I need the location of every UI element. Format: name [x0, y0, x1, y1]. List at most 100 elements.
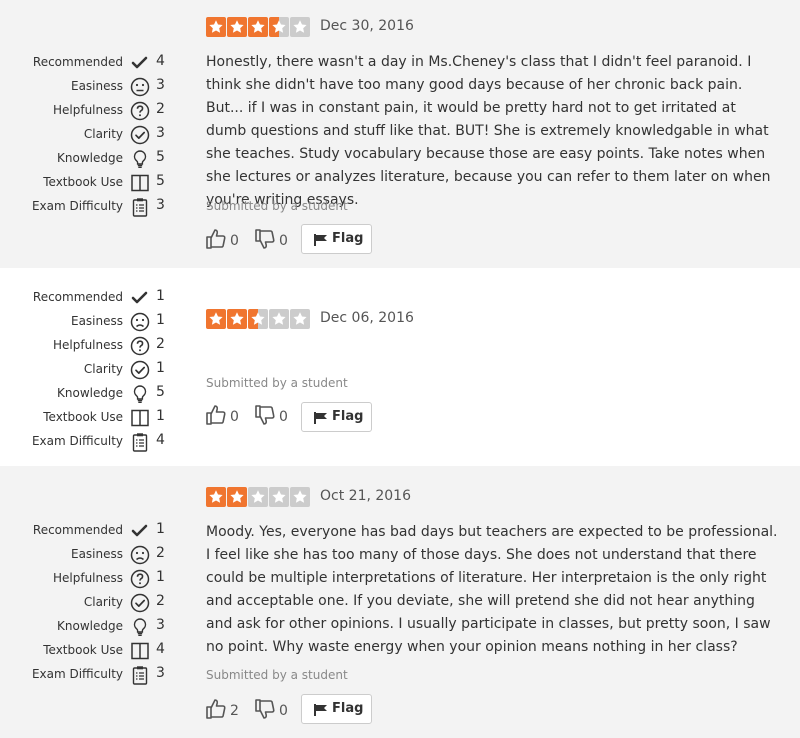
submitted-by: Submitted by a student: [206, 376, 348, 390]
metric-label: Clarity: [83, 127, 123, 141]
metric-recommended: Recommended 4: [0, 53, 200, 73]
metric-textbook-use: Textbook Use 1: [0, 408, 200, 428]
metric-easiness: Easiness 2: [0, 545, 200, 565]
neutral-face-icon: [130, 77, 150, 97]
submitted-by: Submitted by a student: [206, 199, 348, 213]
metric-helpfulness: Helpfulness 2: [0, 336, 200, 356]
metric-exam-difficulty: Exam Difficulty 4: [0, 432, 200, 452]
metric-label: Recommended: [32, 55, 123, 69]
flag-icon: [314, 704, 327, 716]
metric-label: Helpfulness: [52, 338, 123, 352]
question-circle-icon: [130, 569, 150, 589]
flag-button[interactable]: Flag: [301, 694, 372, 724]
question-circle-icon: [130, 336, 150, 356]
review-card: Recommended 1 Easiness 1 Helpfulness 2 Clarity…: [0, 268, 800, 466]
thumbs-down-button[interactable]: 0: [255, 404, 291, 428]
metric-value: 3: [156, 197, 165, 213]
star-filled-icon: [206, 487, 226, 507]
metric-label: Helpfulness: [52, 571, 123, 585]
metric-label: Textbook Use: [43, 643, 123, 657]
metric-knowledge: Knowledge 3: [0, 617, 200, 637]
metric-label: Clarity: [83, 595, 123, 609]
metric-exam-difficulty: Exam Difficulty 3: [0, 197, 200, 217]
metric-label: Knowledge: [57, 151, 123, 165]
star-empty-icon: [269, 487, 289, 507]
flag-label: Flag: [332, 701, 364, 716]
metric-value: 3: [156, 617, 165, 633]
review-date: Dec 06, 2016: [320, 310, 414, 326]
review-comment: Honestly, there wasn't a day in Ms.Chene…: [206, 54, 771, 208]
metric-label: Exam Difficulty: [31, 434, 123, 448]
star-filled-icon: [227, 487, 247, 507]
checkmark-icon: [130, 53, 150, 73]
check-circle-icon: [130, 125, 150, 145]
metric-helpfulness: Helpfulness 1: [0, 569, 200, 589]
metric-label: Textbook Use: [43, 175, 123, 189]
metric-value: 5: [156, 173, 165, 189]
metric-recommended: Recommended 1: [0, 288, 200, 308]
thumbs-down-icon: [255, 229, 275, 249]
thumbs-up-icon: [206, 229, 226, 249]
metric-value: 2: [156, 593, 165, 609]
flag-label: Flag: [332, 231, 364, 246]
book-icon: [130, 173, 150, 193]
metric-label: Exam Difficulty: [31, 199, 123, 213]
metric-value: 1: [156, 521, 165, 537]
metric-textbook-use: Textbook Use 4: [0, 641, 200, 661]
thumbs-up-count: 2: [230, 703, 239, 719]
sad-face-icon: [130, 312, 150, 332]
lightbulb-icon: [130, 384, 150, 404]
thumbs-up-icon: [206, 405, 226, 425]
clipboard-icon: [130, 665, 150, 685]
review-card: Dec 30, 2016 Recommended 4 Easiness 3 Helpfu…: [0, 0, 800, 268]
lightbulb-icon: [130, 149, 150, 169]
thumbs-down-button[interactable]: 0: [255, 228, 291, 252]
star-filled-icon: [248, 17, 268, 37]
metric-label: Helpfulness: [52, 103, 123, 117]
metric-value: 1: [156, 569, 165, 585]
metric-label: Textbook Use: [43, 410, 123, 424]
thumbs-up-button[interactable]: 0: [206, 404, 242, 428]
star-filled-icon: [227, 309, 247, 329]
metric-value: 3: [156, 77, 165, 93]
metric-knowledge: Knowledge 5: [0, 384, 200, 404]
metric-value: 5: [156, 149, 165, 165]
metric-clarity: Clarity 3: [0, 125, 200, 145]
star-empty-icon: [290, 17, 310, 37]
flag-icon: [314, 234, 327, 246]
metric-value: 3: [156, 665, 165, 681]
star-empty-icon: [248, 487, 268, 507]
review-date: Oct 21, 2016: [320, 488, 411, 504]
flag-button[interactable]: Flag: [301, 224, 372, 254]
metric-clarity: Clarity 2: [0, 593, 200, 613]
clipboard-icon: [130, 197, 150, 217]
check-circle-icon: [130, 593, 150, 613]
sad-face-icon: [130, 545, 150, 565]
lightbulb-icon: [130, 617, 150, 637]
metric-label: Easiness: [70, 547, 123, 561]
metric-label: Knowledge: [57, 386, 123, 400]
metric-value: 4: [156, 641, 165, 657]
metric-recommended: Recommended 1: [0, 521, 200, 541]
question-circle-icon: [130, 101, 150, 121]
metric-textbook-use: Textbook Use 5: [0, 173, 200, 193]
star-filled-icon: [206, 309, 226, 329]
metric-exam-difficulty: Exam Difficulty 3: [0, 665, 200, 685]
check-circle-icon: [130, 360, 150, 380]
metric-helpfulness: Helpfulness 2: [0, 101, 200, 121]
checkmark-icon: [130, 521, 150, 541]
thumbs-down-count: 0: [279, 703, 288, 719]
metric-value: 1: [156, 288, 165, 304]
thumbs-down-button[interactable]: 0: [255, 698, 291, 722]
flag-label: Flag: [332, 409, 364, 424]
star-empty-icon: [290, 309, 310, 329]
submitted-by: Submitted by a student: [206, 668, 348, 682]
thumbs-up-button[interactable]: 2: [206, 698, 242, 722]
flag-button[interactable]: Flag: [301, 402, 372, 432]
metric-label: Easiness: [70, 314, 123, 328]
thumbs-up-button[interactable]: 0: [206, 228, 242, 252]
thumbs-up-count: 0: [230, 409, 239, 425]
metric-value: 1: [156, 360, 165, 376]
metric-value: 2: [156, 545, 165, 561]
metric-label: Clarity: [83, 362, 123, 376]
